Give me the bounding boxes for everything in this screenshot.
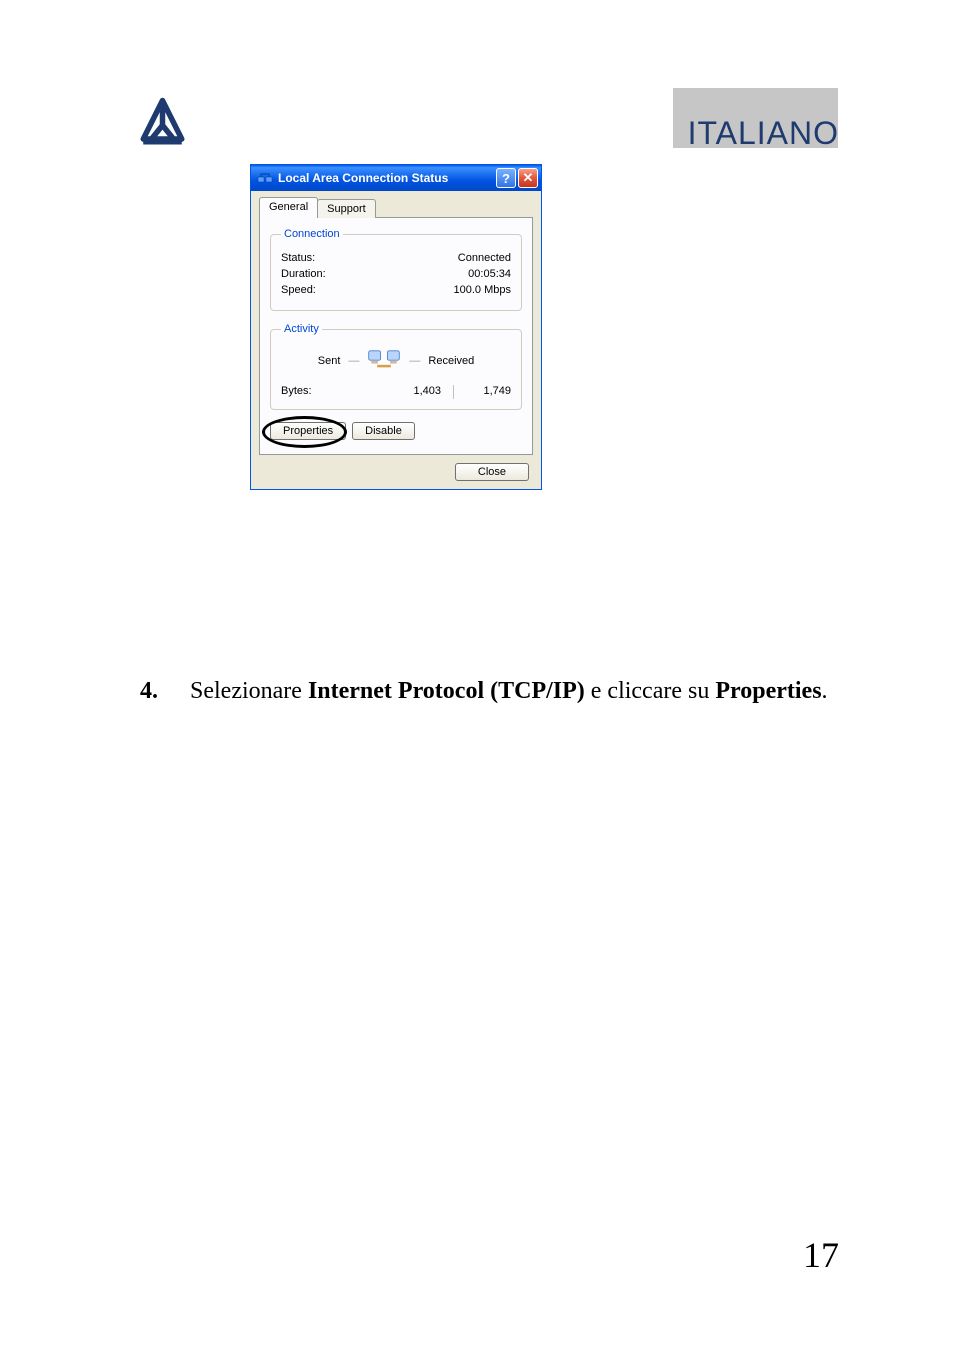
tab-support[interactable]: Support [317,199,376,218]
sent-label: Sent [318,355,341,367]
page-number: 17 [803,1234,839,1276]
button-row: Properties Disable [270,422,522,440]
step-number: 4. [140,675,190,707]
dialog-titlebar[interactable]: Local Area Connection Status ? ✕ [251,165,541,191]
properties-button[interactable]: Properties [270,422,346,440]
disable-button[interactable]: Disable [352,422,415,440]
text-pre: Selezionare [190,678,308,704]
received-label: Received [428,355,474,367]
connection-legend: Connection [281,228,343,240]
activity-legend: Activity [281,323,322,335]
status-label: Status: [281,252,315,264]
bytes-label: Bytes: [281,385,371,399]
activity-header: Sent — — Received [281,347,511,375]
bytes-received-value: 1,749 [465,385,511,399]
tabs: General Support [259,197,533,218]
status-value: Connected [458,252,511,264]
separator-icon [453,385,454,399]
duration-label: Duration: [281,268,326,280]
close-button[interactable]: Close [455,463,529,481]
duration-value: 00:05:34 [468,268,511,280]
speed-row: Speed: 100.0 Mbps [281,284,511,296]
activity-group: Activity Sent — — Received Bytes: [270,323,522,410]
tab-content-general: Connection Status: Connected Duration: 0… [259,217,533,455]
network-icon [257,170,273,186]
company-logo [135,95,190,150]
text-bold2: Properties [715,678,821,704]
speed-value: 100.0 Mbps [454,284,511,296]
duration-row: Duration: 00:05:34 [281,268,511,280]
bytes-row: Bytes: 1,403 1,749 [281,385,511,399]
dash-icon: — [348,355,359,367]
tab-general[interactable]: General [259,197,318,218]
help-button[interactable]: ? [496,168,516,188]
status-row: Status: Connected [281,252,511,264]
connection-status-dialog: Local Area Connection Status ? ✕ General… [250,164,542,490]
bytes-sent-value: 1,403 [371,385,441,399]
instruction-text: 4.Selezionare Internet Protocol (TCP/IP)… [140,675,839,707]
language-label: ITALIANO [688,115,839,152]
text-bold1: Internet Protocol (TCP/IP) [308,678,585,704]
text-post: . [822,678,828,704]
dialog-body: General Support Connection Status: Conne… [251,191,541,489]
dialog-title: Local Area Connection Status [278,171,494,185]
step-text: Selezionare Internet Protocol (TCP/IP) e… [190,675,834,707]
activity-computers-icon [367,347,401,375]
connection-group: Connection Status: Connected Duration: 0… [270,228,522,311]
dash-icon: — [409,355,420,367]
speed-label: Speed: [281,284,316,296]
close-x-button[interactable]: ✕ [518,168,538,188]
dialog-footer: Close [259,455,533,481]
text-mid: e cliccare su [585,678,716,704]
